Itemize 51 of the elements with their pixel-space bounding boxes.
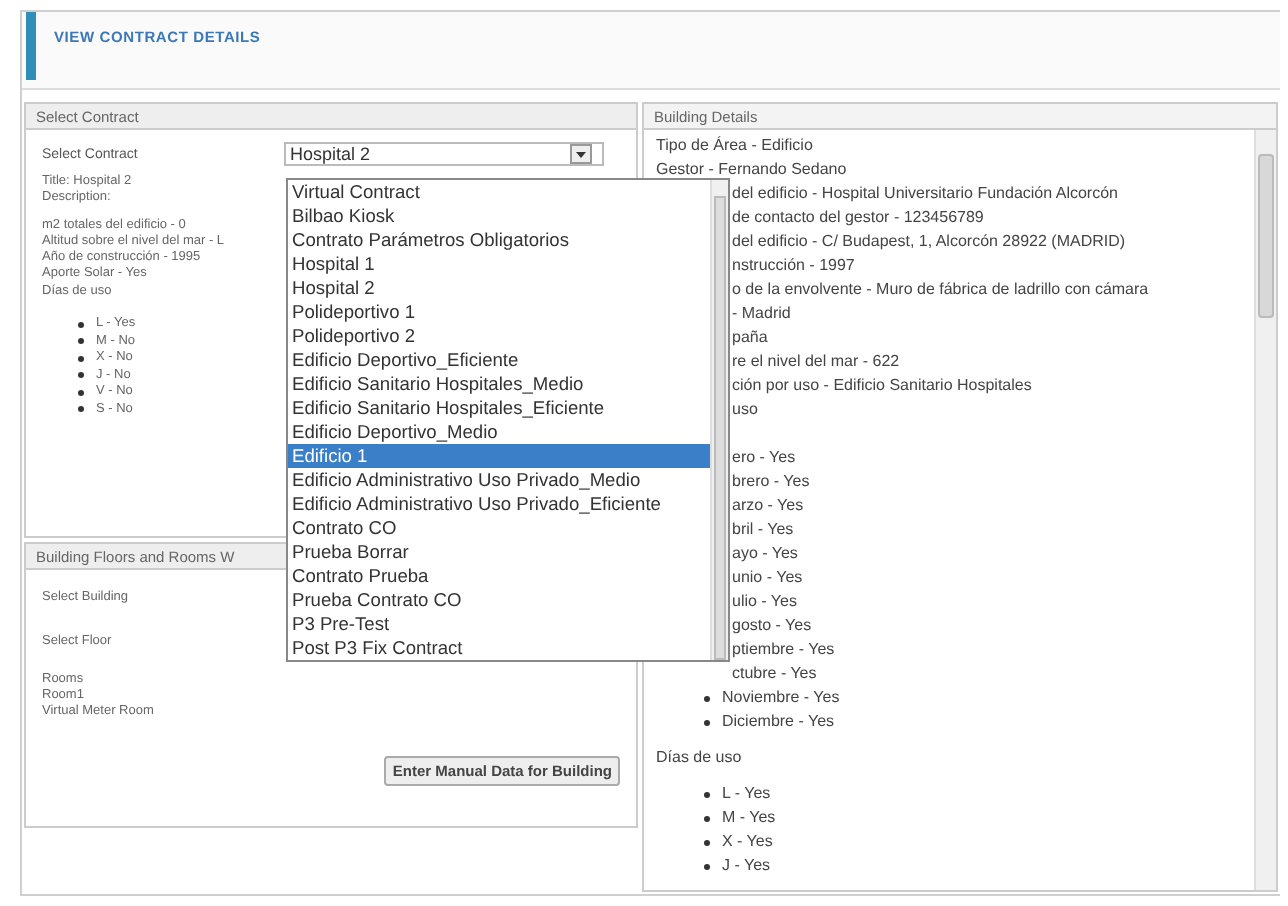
- dropdown-option[interactable]: Edificio Deportivo_Eficiente: [288, 348, 710, 372]
- detail-text: del edificio - C/ Budapest, 1, Alcorcón 28922 (MADRID): [732, 232, 1126, 250]
- dropdown-option[interactable]: Contrato Parámetros Obligatorios: [288, 228, 710, 252]
- detail-text: ayo - Yes: [732, 544, 798, 562]
- detail-text: - Madrid: [732, 304, 791, 322]
- dropdown-option[interactable]: Edificio Sanitario Hospitales_Eficiente: [288, 396, 710, 420]
- detail-text: nstrucción - 1997: [732, 256, 855, 274]
- day-item: L - Yes: [722, 782, 771, 806]
- detail-text: re el nivel del mar - 622: [732, 352, 900, 370]
- dropdown-option[interactable]: Contrato Prueba: [288, 564, 710, 588]
- detail-text: gosto - Yes: [732, 616, 812, 634]
- detail-text: arzo - Yes: [732, 496, 804, 514]
- dropdown-option[interactable]: Polideportivo 2: [288, 324, 710, 348]
- dropdown-option[interactable]: Edificio Administrativo Uso Privado_Eficiente: [288, 492, 710, 516]
- detail-text: o de la envolvente - Muro de fábrica de ladrillo con cámara: [732, 280, 1149, 298]
- detail-text: Tipo de Área - Edificio: [656, 136, 813, 154]
- dropdown-option[interactable]: Edificio Sanitario Hospitales_Medio: [288, 372, 710, 396]
- detail-text: ulio - Yes: [732, 592, 797, 610]
- dropdown-option[interactable]: Edificio 1: [288, 444, 710, 468]
- day-item: X - Yes: [722, 830, 773, 854]
- detail-text: ción por uso - Edificio Sanitario Hospitales: [732, 376, 1032, 394]
- dropdown-option[interactable]: P3 Pre-Test: [288, 612, 710, 636]
- day-item: J - Yes: [722, 854, 771, 878]
- dropdown-option[interactable]: Hospital 1: [288, 252, 710, 276]
- detail-text: paña: [732, 328, 768, 346]
- dropdown-option[interactable]: Contrato CO: [288, 516, 710, 540]
- dropdown-option[interactable]: Polideportivo 1: [288, 300, 710, 324]
- detail-text: ptiembre - Yes: [732, 640, 835, 658]
- dropdown-option[interactable]: Virtual Contract: [288, 180, 710, 204]
- detail-heading: Días de uso: [656, 748, 742, 766]
- dropdown-option[interactable]: Edificio Administrativo Uso Privado_Medio: [288, 468, 710, 492]
- detail-text: brero - Yes: [732, 472, 810, 490]
- detail-text: ctubre - Yes: [732, 664, 817, 682]
- detail-text: de contacto del gestor - 123456789: [732, 208, 984, 226]
- contract-select[interactable]: Hospital 2: [284, 142, 604, 166]
- detail-text: uso: [732, 400, 758, 418]
- dropdown-option[interactable]: Edificio Deportivo_Medio: [288, 420, 710, 444]
- detail-text: ero - Yes: [732, 448, 796, 466]
- dropdown-option[interactable]: Hospital 2: [288, 276, 710, 300]
- day-item: M - Yes: [722, 806, 776, 830]
- detail-text: Gestor - Fernando Sedano: [656, 160, 847, 178]
- detail-text: bril - Yes: [732, 520, 794, 538]
- scrollbar[interactable]: [1254, 130, 1276, 890]
- dropdown-option[interactable]: Post P3 Fix Contract: [288, 636, 710, 660]
- month-item: Diciembre - Yes: [722, 710, 835, 734]
- dropdown-option[interactable]: Prueba Contrato CO: [288, 588, 710, 612]
- scrollbar[interactable]: [710, 180, 728, 660]
- detail-text: unio - Yes: [732, 568, 803, 586]
- month-item: Noviembre - Yes: [722, 686, 840, 710]
- dropdown-option[interactable]: Bilbao Kiosk: [288, 204, 710, 228]
- detail-text: del edificio - Hospital Universitario Fundación Alcorcón: [732, 184, 1118, 202]
